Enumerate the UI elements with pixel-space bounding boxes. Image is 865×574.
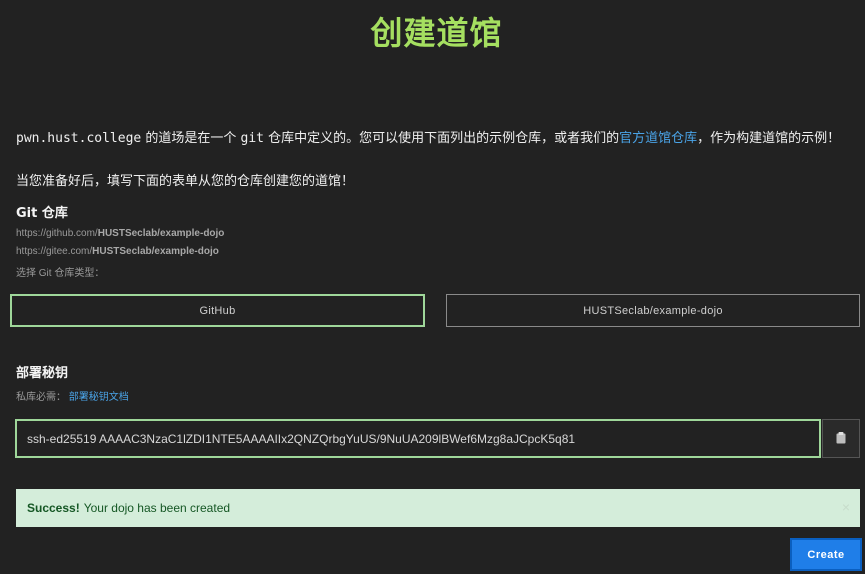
gitee-url-path: HUSTSeclab/example-dojo — [92, 246, 219, 257]
intro-text-c: ，作为构建道馆的示例！ — [697, 131, 841, 146]
create-button[interactable]: Create — [790, 538, 862, 571]
official-dojo-repo-link[interactable]: 官方道馆仓库 — [619, 131, 697, 146]
repo-type-hint: 选择 Git 仓库类型： — [16, 268, 105, 279]
repo-type-select[interactable]: GitHub — [10, 294, 425, 327]
domain-text: pwn.hust.college — [16, 131, 142, 146]
deploy-key-hint: 私库必需： 部署秘钥文档 — [16, 388, 129, 403]
github-url-path: HUSTSeclab/example-dojo — [97, 228, 225, 239]
github-url-prefix: https://github.com/ — [16, 228, 98, 239]
intro-text-a: 的道场是在一个 — [141, 131, 241, 146]
github-example-url: https://github.com/HUSTSeclab/example-do… — [16, 228, 224, 239]
intro-text-b: 仓库中定义的。您可以使用下面列出的示例仓库，或者我们的 — [263, 131, 620, 146]
deploy-key-doc-link[interactable]: 部署秘钥文档 — [69, 392, 129, 403]
gitee-url-prefix: https://gitee.com/ — [16, 246, 93, 257]
intro-paragraph: pwn.hust.college 的道场是在一个 git 仓库中定义的。您可以使… — [16, 127, 856, 146]
private-required-text: 私库必需： — [16, 392, 66, 403]
alert-strong: Success! — [27, 501, 80, 515]
gitee-example-url: https://gitee.com/HUSTSeclab/example-doj… — [16, 246, 219, 257]
success-alert: Success! Your dojo has been created × — [16, 489, 860, 527]
page-title: 创建道馆 — [370, 14, 503, 52]
copy-key-button[interactable] — [822, 419, 860, 458]
repo-path-input[interactable]: HUSTSeclab/example-dojo — [446, 294, 860, 327]
close-icon[interactable]: × — [842, 499, 850, 515]
git-text: git — [240, 131, 264, 146]
git-repo-label: Git 仓库 — [16, 206, 68, 221]
deploy-key-field[interactable]: ssh-ed25519 AAAAC3NzaC1lZDI1NTE5AAAAIIx2… — [15, 419, 821, 458]
alert-message: Your dojo has been created — [83, 501, 231, 515]
deploy-key-label: 部署秘钥 — [16, 366, 69, 381]
ready-text: 当您准备好后，填写下面的表单从您的仓库创建您的道馆！ — [16, 174, 355, 189]
clipboard-icon — [836, 429, 846, 448]
